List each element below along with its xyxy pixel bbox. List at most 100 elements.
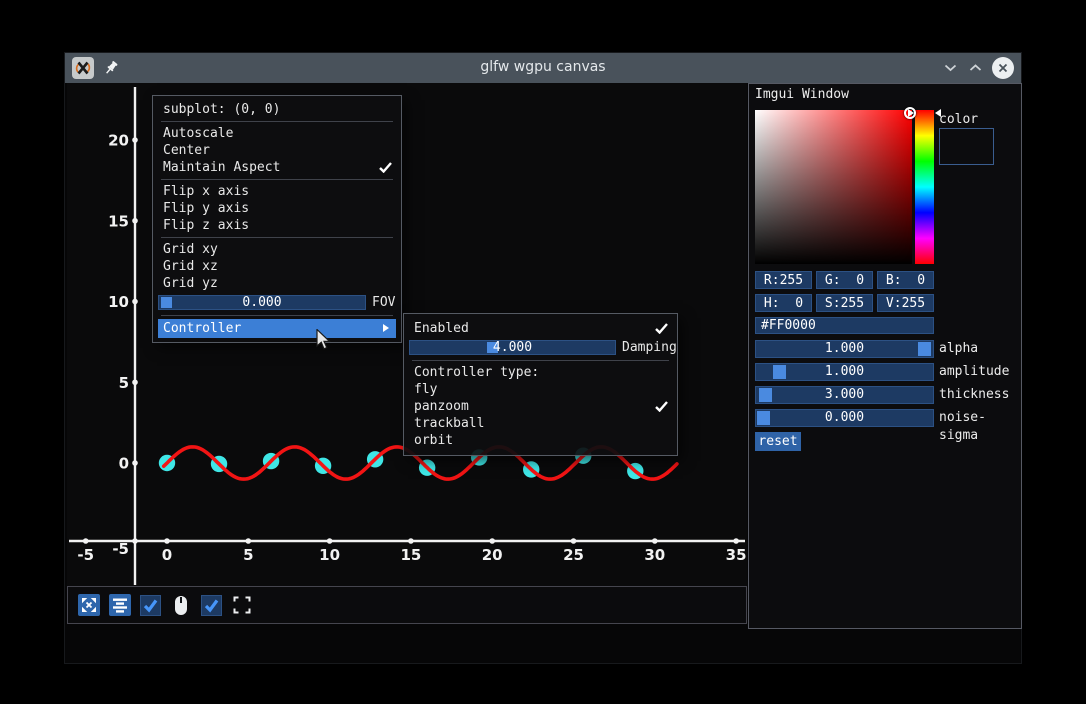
saturation-field[interactable]: S:255 [816,294,873,312]
menu-item-label: Controller [163,321,241,336]
checkbox-checked-icon [203,597,220,614]
svg-text:20: 20 [108,132,129,150]
slider-value: 1.000 [756,341,933,357]
svg-text:30: 30 [644,546,665,564]
imgui-window-title: Imgui Window [755,87,849,102]
menu-item-grid-xy[interactable]: Grid xy [153,241,401,258]
color-swatch[interactable] [939,128,994,165]
svg-text:20: 20 [482,546,503,564]
fov-label: FOV [372,295,395,310]
menu-item-fly[interactable]: fly [404,381,677,398]
svg-text:0: 0 [162,546,172,564]
menu-item-autoscale[interactable]: Autoscale [153,125,401,142]
window-title: glfw wgpu canvas [65,59,1021,75]
menu-item-label: Enabled [414,321,469,336]
subplot-context-menu: subplot: (0, 0) Autoscale Center Maintai… [152,95,402,343]
menu-separator [153,176,401,183]
svg-text:0: 0 [119,455,129,473]
hue-field[interactable]: H: 0 [755,294,812,312]
controller-submenu: Enabled 4.000 Damping Controller type: f… [403,313,678,456]
align-center-lines-icon [111,596,129,614]
menu-item-flip-x[interactable]: Flip x axis [153,183,401,200]
menu-separator [153,312,401,319]
menu-item-flip-z[interactable]: Flip z axis [153,217,401,234]
red-field[interactable]: R:255 [755,271,812,289]
alpha-label: alpha [939,340,978,358]
amplitude-slider[interactable]: 1.000 [755,363,934,381]
saturation-value-picker[interactable] [755,110,912,264]
fov-slider[interactable]: 0.000 [158,295,366,310]
damping-label: Damping [622,340,677,355]
hue-marker-left-icon [908,109,914,117]
fullscreen-checkbox[interactable] [201,595,222,616]
menu-item-grid-xz[interactable]: Grid xz [153,258,401,275]
menu-item-controller[interactable]: Controller [158,319,396,338]
expand-arrows-icon [80,596,98,614]
svg-text:5: 5 [119,374,129,392]
color-label: color [939,112,978,127]
damping-slider-row: 4.000 Damping [404,337,677,357]
hue-bar[interactable] [915,110,934,264]
slider-value: 1.000 [756,364,933,380]
maximize-button[interactable] [962,53,988,83]
menu-item-flip-y[interactable]: Flip y axis [153,200,401,217]
value-field[interactable]: V:255 [877,294,934,312]
blue-field[interactable]: B: 0 [877,271,934,289]
slider-value: 0.000 [159,296,365,309]
chevron-down-icon [944,64,957,72]
checkmark-icon [655,323,668,334]
reset-button[interactable]: reset [755,432,801,451]
fullscreen-brackets-icon [231,594,253,616]
close-button[interactable] [990,53,1016,83]
titlebar[interactable]: glfw wgpu canvas [65,53,1021,83]
slider-value: 4.000 [410,341,615,354]
noise-sigma-slider[interactable]: 0.000 [755,409,934,427]
chevron-up-icon [969,64,982,72]
amplitude-label: amplitude [939,363,1009,381]
autoscale-button[interactable] [78,594,100,616]
green-field[interactable]: G: 0 [816,271,873,289]
checkbox-checked-icon [142,597,159,614]
imgui-window: Imgui Window color R:255 G: 0 B: 0 H: 0 … [748,83,1022,629]
menu-separator [153,234,401,241]
submenu-arrow-icon [383,324,389,332]
mouse-cursor [316,329,331,350]
center-button[interactable] [109,594,131,616]
thickness-label: thickness [939,386,1009,404]
slider-value: 3.000 [756,387,933,403]
menu-item-trackball[interactable]: trackball [404,415,677,432]
fov-slider-row: 0.000 FOV [153,292,401,312]
menu-item-maintain-aspect[interactable]: Maintain Aspect [153,159,401,176]
checkmark-icon [655,401,668,412]
desktop: glfw wgpu canvas -5 0 5 10 15 [0,0,1086,704]
menu-item-enabled[interactable]: Enabled [404,320,677,337]
controller-type-header: Controller type: [404,364,677,381]
hex-field[interactable]: #FF0000 [755,317,934,334]
checkmark-icon [379,162,392,173]
svg-text:15: 15 [400,546,421,564]
svg-text:10: 10 [108,293,129,311]
menu-item-label: Maintain Aspect [163,160,280,175]
svg-text:-5: -5 [112,540,129,558]
svg-text:5: 5 [243,546,253,564]
menu-item-label: panzoom [414,399,469,414]
noise-sigma-label: noise-sigma [939,409,1021,427]
minimize-button[interactable] [937,53,963,83]
menu-item-panzoom[interactable]: panzoom [404,398,677,415]
svg-text:25: 25 [563,546,584,564]
slider-value: 0.000 [756,410,933,426]
svg-text:35: 35 [726,546,747,564]
damping-slider[interactable]: 4.000 [409,340,616,355]
close-circle-icon [992,57,1014,79]
menu-item-grid-yz[interactable]: Grid yz [153,275,401,292]
menu-separator [153,118,401,125]
mouse-interaction-checkbox[interactable] [140,595,161,616]
svg-text:-5: -5 [77,546,94,564]
menu-item-orbit[interactable]: orbit [404,432,677,449]
thickness-slider[interactable]: 3.000 [755,386,934,404]
menu-item-center[interactable]: Center [153,142,401,159]
menu-header: subplot: (0, 0) [153,101,401,118]
svg-text:15: 15 [108,212,129,230]
menu-separator [404,357,677,364]
alpha-slider[interactable]: 1.000 [755,340,934,358]
